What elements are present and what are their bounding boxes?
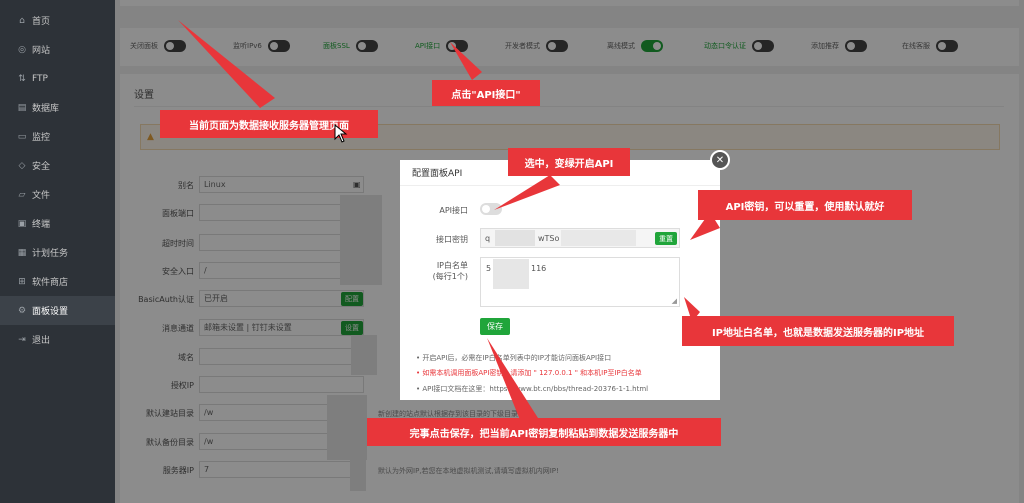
- sidebar-item-label: 网站: [32, 46, 51, 56]
- sidebar-item-label: 计划任务: [32, 249, 69, 259]
- sidebar-item-3[interactable]: ▤ 数据库: [0, 93, 115, 122]
- sidebar-item-6[interactable]: ▱ 文件: [0, 180, 115, 209]
- reset-key-button[interactable]: 重置: [655, 232, 677, 245]
- sidebar-item-label: 首页: [32, 17, 51, 27]
- whitelist-label: IP白名单 (每行1个): [420, 260, 468, 282]
- api-config-modal: 配置面板API API接口 接口密钥 q wTSo 重置 IP白名单 (每行1个…: [400, 160, 720, 400]
- sidebar-item-label: 数据库: [32, 104, 60, 114]
- note-3-text[interactable]: API接口文档在这里：https://www.bt.cn/bbs/thread-…: [422, 385, 648, 393]
- sidebar-item-7[interactable]: ▣ 终端: [0, 209, 115, 238]
- api-switch-toggle[interactable]: [480, 203, 502, 215]
- api-key-suffix: wTSo: [538, 234, 560, 243]
- sidebar-item-2[interactable]: ⇅ FTP: [0, 64, 115, 93]
- home-icon: ⌂: [19, 15, 25, 26]
- sidebar-item-8[interactable]: ▦ 计划任务: [0, 238, 115, 267]
- sidebar-item-label: 安全: [32, 162, 51, 172]
- api-key-prefix: q: [485, 234, 491, 243]
- mouse-cursor-icon: [334, 124, 348, 143]
- sidebar-item-11[interactable]: ⇥ 退出: [0, 325, 115, 354]
- callout-api-key: API密钥，可以重置，使用默认就好: [698, 190, 912, 220]
- whitelist-prefix: 5: [486, 264, 492, 273]
- folder-icon: ▱: [18, 189, 26, 200]
- api-key-redaction-2: [561, 230, 636, 246]
- callout-select-enable: 选中，变绿开启API: [508, 148, 630, 176]
- note-1: • 开启API后，必需在IP白名单列表中的IP才能访问面板API接口: [416, 354, 612, 362]
- sidebar-item-label: 终端: [32, 220, 51, 230]
- save-button[interactable]: 保存: [480, 318, 510, 335]
- note-3[interactable]: • API接口文档在这里：https://www.bt.cn/bbs/threa…: [416, 384, 648, 394]
- sidebar-item-4[interactable]: ▭ 监控: [0, 122, 115, 151]
- sidebar-item-label: 软件商店: [32, 278, 69, 288]
- database-icon: ▤: [17, 102, 27, 113]
- globe-icon: ◎: [18, 44, 26, 55]
- shield-icon: ◇: [18, 160, 26, 171]
- sidebar-item-1[interactable]: ◎ 网站: [0, 35, 115, 64]
- api-key-field[interactable]: q wTSo: [480, 228, 680, 248]
- store-icon: ⊞: [18, 276, 26, 287]
- terminal-icon: ▣: [17, 218, 27, 229]
- api-switch-label: API接口: [439, 206, 468, 215]
- logout-icon: ⇥: [18, 334, 26, 345]
- sidebar-item-5[interactable]: ◇ 安全: [0, 151, 115, 180]
- ip-whitelist-textarea[interactable]: 5 116 ◢: [480, 257, 680, 307]
- callout-save: 完事点击保存，把当前API密钥复制粘贴到数据发送服务器中: [367, 418, 721, 446]
- api-key-redaction: [495, 230, 535, 246]
- resize-handle-icon[interactable]: ◢: [672, 297, 677, 305]
- gear-icon: ⚙: [17, 305, 27, 316]
- note-1-text: 开启API后，必需在IP白名单列表中的IP才能访问面板API接口: [422, 354, 612, 362]
- sidebar-item-label: FTP: [32, 73, 48, 84]
- sidebar-item-label: 退出: [32, 336, 51, 346]
- sidebar-item-9[interactable]: ⊞ 软件商店: [0, 267, 115, 296]
- sidebar: ⌂ 首页 ◎ 网站 ⇅ FTP ▤ 数据库 ▭ 监控 ◇ 安全 ▱ 文件 ▣ 终端 ▦ 计划任务 ⊞ 软件商店 ⚙ 面板设…: [0, 0, 115, 503]
- whitelist-suffix: 116: [531, 264, 547, 273]
- note-2: • 如需本机调用面板API密钥，请添加 " 127.0.0.1 " 和本机IP至…: [416, 369, 642, 377]
- note-2-text: 如需本机调用面板API密钥，请添加 " 127.0.0.1 " 和本机IP至IP…: [422, 369, 642, 377]
- monitor-icon: ▭: [17, 131, 27, 142]
- sidebar-item-label: 监控: [32, 133, 51, 143]
- sidebar-item-10[interactable]: ⚙ 面板设置: [0, 296, 115, 325]
- callout-ip-whitelist: IP地址白名单，也就是数据发送服务器的IP地址: [682, 316, 954, 346]
- calendar-icon: ▦: [17, 247, 27, 258]
- api-key-label: 接口密钥: [436, 235, 468, 244]
- sidebar-item-label: 面板设置: [32, 307, 69, 317]
- sidebar-item-0[interactable]: ⌂ 首页: [0, 6, 115, 35]
- whitelist-redaction: [493, 259, 529, 289]
- whitelist-label-line1: IP白名单: [436, 261, 468, 270]
- close-icon[interactable]: ✕: [710, 150, 730, 170]
- whitelist-label-line2: (每行1个): [432, 272, 468, 281]
- ftp-icon: ⇅: [18, 73, 26, 84]
- sidebar-item-label: 文件: [32, 191, 51, 201]
- callout-click-api: 点击"API接口": [432, 80, 540, 106]
